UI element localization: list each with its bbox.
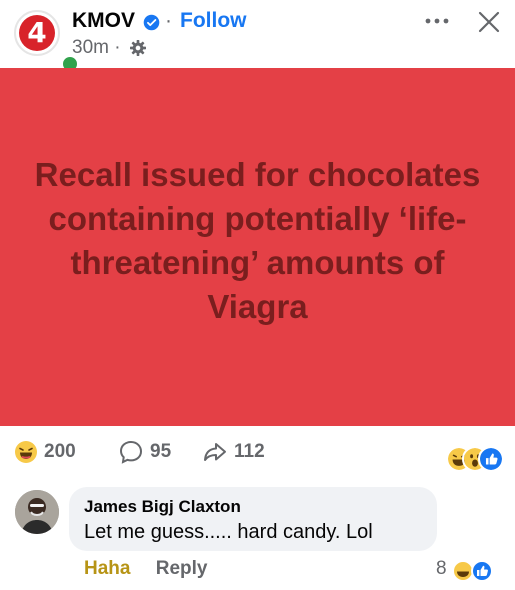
comment-icon: [119, 440, 143, 464]
post-image-banner[interactable]: Recall issued for chocolates containing …: [0, 68, 515, 426]
banner-headline: Recall issued for chocolates containing …: [34, 156, 481, 325]
avatar-logo: 4: [27, 16, 47, 49]
gear-icon: [130, 40, 146, 56]
reactions-count[interactable]: 200: [14, 440, 76, 464]
reply-button[interactable]: Reply: [156, 558, 208, 579]
haha-reaction-button[interactable]: Haha: [84, 558, 130, 579]
shares-count-text: 112: [234, 441, 265, 462]
avatar: [15, 490, 59, 534]
post-stats-bar: 200 95 112: [0, 436, 515, 472]
reactions-count-text: 200: [44, 441, 76, 462]
comment-bubble: James Bigj Claxton Let me guess..... har…: [69, 487, 437, 551]
haha-icon: [452, 560, 474, 582]
comment-author[interactable]: James Bigj Claxton: [84, 497, 241, 517]
comments-count-text: 95: [150, 441, 172, 462]
share-icon: [204, 443, 226, 461]
comment-actions: Haha Reply: [84, 558, 208, 580]
comment-text: Let me guess..... hard candy. Lol: [84, 521, 373, 543]
commenter-avatar[interactable]: [15, 490, 59, 534]
shares-count[interactable]: 112: [202, 440, 265, 464]
separator-dot: ·: [165, 9, 172, 32]
comment-reaction-icons[interactable]: [452, 560, 498, 582]
post-timestamp[interactable]: 30m ·: [72, 37, 121, 59]
page-avatar[interactable]: 4: [14, 10, 80, 74]
reaction-icons-stack[interactable]: [446, 446, 504, 472]
more-options-icon[interactable]: [424, 14, 450, 28]
haha-icon: [15, 441, 37, 463]
comment-reaction-count[interactable]: 8: [436, 558, 447, 580]
comments-count[interactable]: 95: [118, 440, 171, 464]
like-icon: [478, 446, 504, 472]
follow-button[interactable]: Follow: [180, 9, 247, 33]
post-header: 4 KMOV · Follow 30m ·: [0, 0, 515, 74]
verified-badge-icon: [143, 14, 160, 31]
close-icon[interactable]: [478, 11, 500, 33]
page-name[interactable]: KMOV: [72, 9, 135, 33]
